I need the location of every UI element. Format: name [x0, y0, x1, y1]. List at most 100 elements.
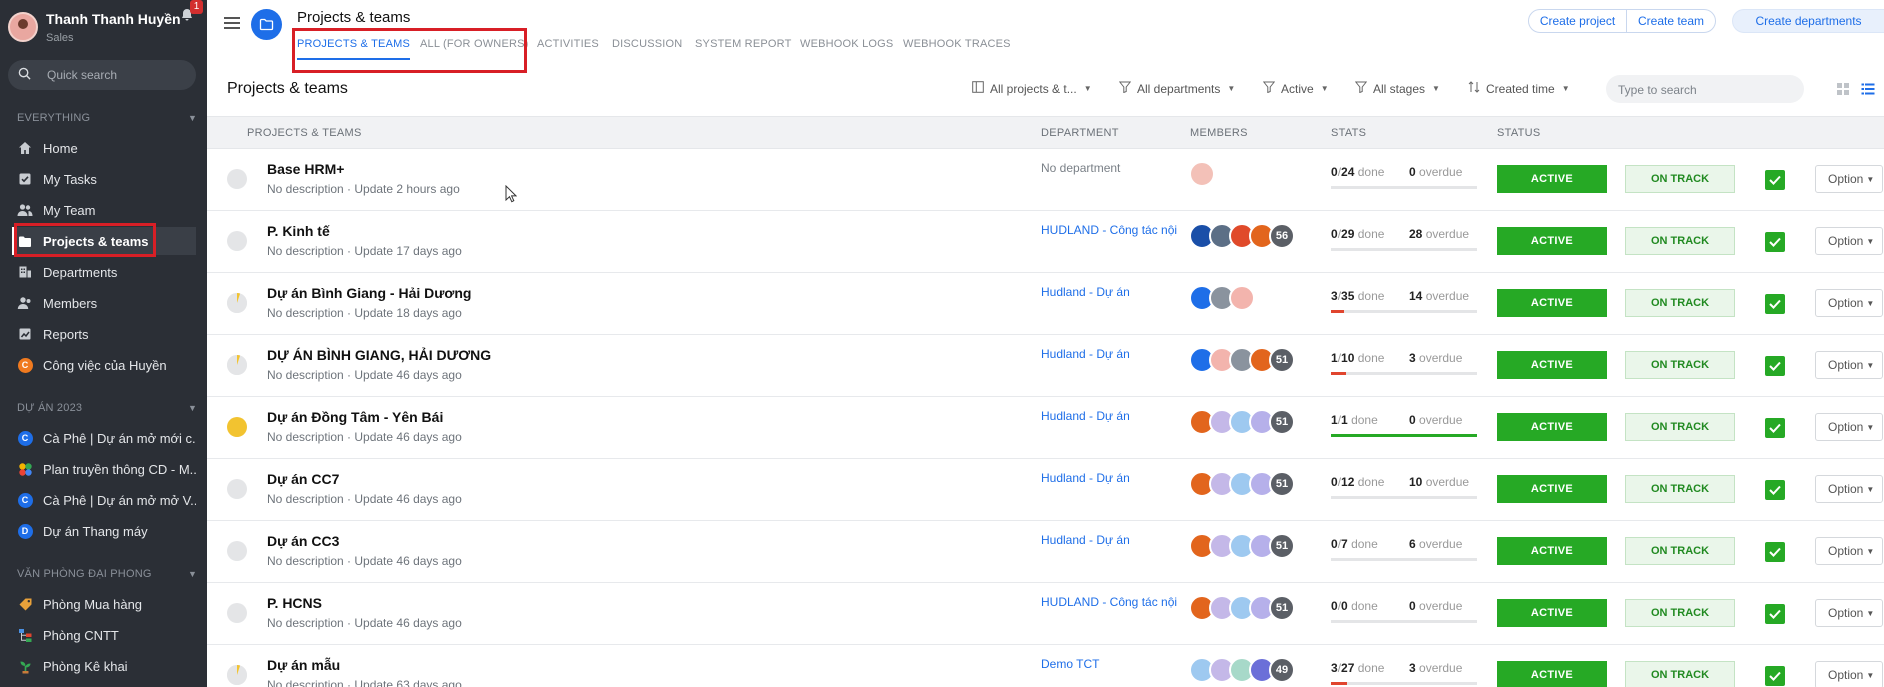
menu-icon[interactable]: [224, 17, 240, 31]
table-row[interactable]: Dự án CC7 No description · Update 46 days…: [207, 459, 1884, 521]
tab-projects-teams[interactable]: PROJECTS & TEAMS: [297, 38, 411, 60]
sidebar-item-home[interactable]: Home: [12, 134, 196, 162]
sidebar-item-my-tasks[interactable]: My Tasks: [12, 165, 196, 193]
on-track-button[interactable]: ON TRACK: [1625, 351, 1735, 379]
option-dropdown[interactable]: Option ▼: [1815, 475, 1883, 503]
project-name[interactable]: Base HRM+: [267, 161, 344, 177]
sidebar-item-members[interactable]: Members: [12, 289, 196, 317]
project-name[interactable]: Dự án Đồng Tâm - Yên Bái: [267, 409, 443, 425]
column-header-members[interactable]: MEMBERS: [1190, 127, 1248, 139]
status-active-button[interactable]: ACTIVE: [1497, 165, 1607, 193]
project-name[interactable]: Dự án mẫu: [267, 657, 340, 673]
project-name[interactable]: Dự án CC7: [267, 471, 339, 487]
table-row[interactable]: Dự án mẫu No description · Update 63 days…: [207, 645, 1884, 687]
on-track-button[interactable]: ON TRACK: [1625, 413, 1735, 441]
on-track-button[interactable]: ON TRACK: [1625, 165, 1735, 193]
option-dropdown[interactable]: Option ▼: [1815, 227, 1883, 255]
filter-sort[interactable]: Created time ▼: [1468, 81, 1570, 96]
project-name[interactable]: P. HCNS: [267, 595, 322, 611]
status-circle-icon[interactable]: [227, 541, 247, 561]
on-track-button[interactable]: ON TRACK: [1625, 475, 1735, 503]
column-header-projects[interactable]: PROJECTS & TEAMS: [247, 127, 362, 139]
caret-down-icon[interactable]: ▼: [188, 113, 197, 123]
checkbox-checked-icon[interactable]: [1765, 604, 1785, 624]
sidebar-project-ca-phe-2[interactable]: C Cà Phê | Dự án mở mở V...: [12, 486, 196, 514]
status-circle-icon[interactable]: [227, 417, 247, 437]
department-link[interactable]: Hudland - Dự án: [1041, 409, 1179, 423]
table-row[interactable]: P. HCNS No description · Update 46 days a…: [207, 583, 1884, 645]
tab-activities[interactable]: ACTIVITIES: [537, 38, 599, 50]
on-track-button[interactable]: ON TRACK: [1625, 227, 1735, 255]
on-track-button[interactable]: ON TRACK: [1625, 661, 1735, 687]
status-circle-icon[interactable]: [227, 169, 247, 189]
project-name[interactable]: P. Kinh tế: [267, 223, 330, 239]
list-view-icon[interactable]: [1861, 82, 1875, 96]
table-row[interactable]: P. Kinh tế No description · Update 17 day…: [207, 211, 1884, 273]
status-active-button[interactable]: ACTIVE: [1497, 661, 1607, 687]
table-row[interactable]: DỰ ÁN BÌNH GIANG, HẢI DƯƠNG No descriptio…: [207, 335, 1884, 397]
member-count-badge[interactable]: 51: [1269, 595, 1295, 621]
status-active-button[interactable]: ACTIVE: [1497, 475, 1607, 503]
table-row[interactable]: Dự án Bình Giang - Hải Dương No descripti…: [207, 273, 1884, 335]
status-circle-icon[interactable]: [227, 479, 247, 499]
member-count-badge[interactable]: 51: [1269, 409, 1295, 435]
avatar[interactable]: [8, 12, 38, 42]
option-dropdown[interactable]: Option ▼: [1815, 661, 1883, 687]
member-avatar[interactable]: [1189, 161, 1215, 187]
status-active-button[interactable]: ACTIVE: [1497, 351, 1607, 379]
column-header-department[interactable]: DEPARTMENT: [1041, 127, 1119, 139]
status-active-button[interactable]: ACTIVE: [1497, 599, 1607, 627]
department-link[interactable]: Hudland - Dự án: [1041, 471, 1179, 485]
on-track-button[interactable]: ON TRACK: [1625, 599, 1735, 627]
department-link[interactable]: Hudland - Dự án: [1041, 285, 1179, 299]
option-dropdown[interactable]: Option ▼: [1815, 599, 1883, 627]
create-project-button[interactable]: Create project: [1528, 9, 1627, 33]
department-link[interactable]: Hudland - Dự án: [1041, 533, 1179, 547]
filter-stages[interactable]: All stages ▼: [1354, 81, 1440, 96]
quick-search[interactable]: Quick search: [8, 60, 196, 90]
project-name[interactable]: Dự án CC3: [267, 533, 339, 549]
member-avatar[interactable]: [1229, 285, 1255, 311]
table-row[interactable]: Dự án CC3 No description · Update 46 days…: [207, 521, 1884, 583]
filter-projects[interactable]: All projects & t... ▼: [972, 81, 1092, 96]
column-header-status[interactable]: STATUS: [1497, 127, 1541, 139]
department-link[interactable]: HUDLAND - Công tác nội: [1041, 595, 1179, 609]
table-row[interactable]: Dự án Đồng Tâm - Yên Bái No description ·…: [207, 397, 1884, 459]
table-row[interactable]: Base HRM+ No description · Update 2 hours…: [207, 149, 1884, 211]
sidebar-office-mua-hang[interactable]: Phòng Mua hàng: [12, 590, 196, 618]
checkbox-checked-icon[interactable]: [1765, 356, 1785, 376]
option-dropdown[interactable]: Option ▼: [1815, 351, 1883, 379]
checkbox-checked-icon[interactable]: [1765, 170, 1785, 190]
grid-view-icon[interactable]: [1836, 82, 1850, 96]
sidebar-office-cntt[interactable]: Phòng CNTT: [12, 621, 196, 649]
caret-down-icon[interactable]: ▼: [188, 569, 197, 579]
status-circle-icon[interactable]: [227, 231, 247, 251]
search-input[interactable]: Type to search: [1606, 75, 1804, 103]
option-dropdown[interactable]: Option ▼: [1815, 289, 1883, 317]
checkbox-checked-icon[interactable]: [1765, 232, 1785, 252]
option-dropdown[interactable]: Option ▼: [1815, 413, 1883, 441]
on-track-button[interactable]: ON TRACK: [1625, 537, 1735, 565]
tab-all-for-owners[interactable]: ALL (FOR OWNERS): [420, 38, 529, 50]
checkbox-checked-icon[interactable]: [1765, 666, 1785, 686]
column-header-stats[interactable]: STATS: [1331, 127, 1366, 139]
department-link[interactable]: Demo TCT: [1041, 657, 1179, 671]
sidebar-item-my-team[interactable]: My Team: [12, 196, 196, 224]
create-team-button[interactable]: Create team: [1626, 9, 1716, 33]
status-active-button[interactable]: ACTIVE: [1497, 289, 1607, 317]
member-count-badge[interactable]: 49: [1269, 657, 1295, 683]
member-count-badge[interactable]: 56: [1269, 223, 1295, 249]
tab-discussion[interactable]: DISCUSSION: [612, 38, 682, 50]
member-count-badge[interactable]: 51: [1269, 347, 1295, 373]
checkbox-checked-icon[interactable]: [1765, 294, 1785, 314]
checkbox-checked-icon[interactable]: [1765, 418, 1785, 438]
sidebar-item-projects-teams[interactable]: Projects & teams: [12, 227, 196, 255]
department-link[interactable]: Hudland - Dự án: [1041, 347, 1179, 361]
status-active-button[interactable]: ACTIVE: [1497, 413, 1607, 441]
sidebar-item-departments[interactable]: Departments: [12, 258, 196, 286]
status-circle-icon[interactable]: [227, 665, 247, 685]
on-track-button[interactable]: ON TRACK: [1625, 289, 1735, 317]
filter-departments[interactable]: All departments ▼: [1118, 81, 1235, 96]
member-count-badge[interactable]: 51: [1269, 533, 1295, 559]
caret-down-icon[interactable]: ▼: [188, 403, 197, 413]
